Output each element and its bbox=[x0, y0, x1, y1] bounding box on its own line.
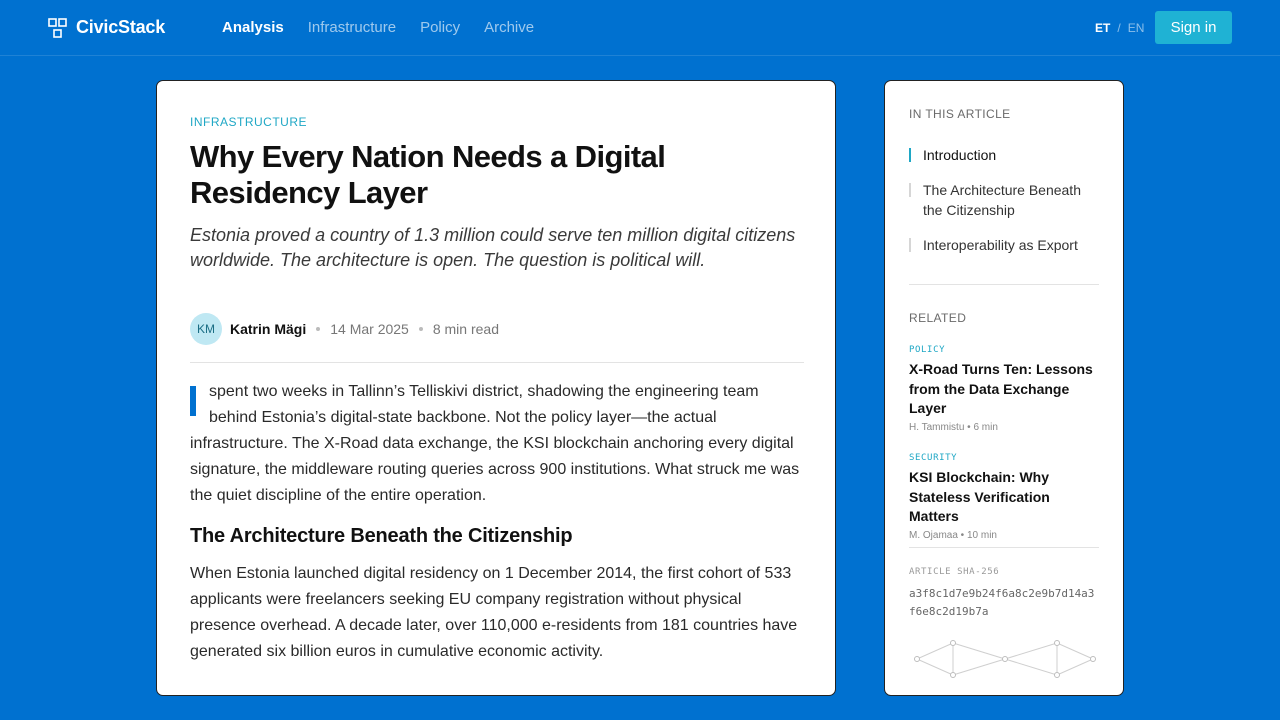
article-hash: a3f8c1d7e9b24f6a8c2e9b7d14a3f6e8c2d19b7a bbox=[909, 587, 1095, 618]
sign-in-button[interactable]: Sign in bbox=[1155, 11, 1232, 44]
related-label: RELATED bbox=[909, 311, 967, 325]
related-author: M. Ojamaa bbox=[909, 529, 958, 541]
top-navigation-bar: CivicStack Analysis Infrastructure Polic… bbox=[0, 0, 1280, 56]
lead-text-rest: infrastructure. The X-Road data exchange… bbox=[190, 435, 800, 504]
language-separator: / bbox=[1117, 21, 1121, 35]
author-name[interactable]: Katrin Mägi bbox=[230, 321, 306, 337]
toc-item-interoperability[interactable]: Interoperability as Export bbox=[909, 235, 1099, 255]
related-meta: M. Ojamaa • 10 min bbox=[909, 529, 997, 541]
divider bbox=[909, 547, 1099, 548]
section-paragraph: When Estonia launched digital residency … bbox=[190, 565, 798, 660]
byline-separator bbox=[418, 327, 423, 331]
related-read-time: 10 min bbox=[966, 529, 997, 541]
read-time: 8 min read bbox=[432, 321, 499, 337]
hash-label: ARTICLE SHA-256 bbox=[909, 567, 1000, 577]
related-title[interactable]: KSI Blockchain: Why Stateless Verificati… bbox=[909, 468, 1099, 527]
related-category: SECURITY bbox=[909, 453, 958, 463]
network-graph-icon bbox=[914, 640, 1096, 678]
table-of-contents: Introduction The Architecture Beneath th… bbox=[909, 145, 1099, 270]
main-nav: Analysis Infrastructure Policy Archive bbox=[222, 19, 558, 36]
nav-item-analysis[interactable]: Analysis bbox=[222, 19, 284, 36]
related-read-time: 6 min bbox=[973, 421, 998, 433]
related-article[interactable]: POLICY X-Road Turns Ten: Lessons from th… bbox=[909, 345, 1099, 433]
brand-logo[interactable]: CivicStack bbox=[48, 17, 165, 38]
article-sidebar: IN THIS ARTICLE Introduction The Archite… bbox=[884, 80, 1124, 696]
nav-item-infrastructure[interactable]: Infrastructure bbox=[308, 19, 396, 36]
toc-label: IN THIS ARTICLE bbox=[909, 107, 1011, 121]
divider bbox=[190, 362, 804, 363]
byline: KM Katrin Mägi 14 Mar 2025 8 min read bbox=[190, 313, 499, 345]
lead-paragraph: I spent two weeks in Tallinn’s Telliskiv… bbox=[190, 379, 804, 509]
language-et[interactable]: ET bbox=[1095, 21, 1110, 35]
nav-item-archive[interactable]: Archive bbox=[484, 19, 534, 36]
lead-text-opening: spent two weeks in Tallinn’s Telliskivi … bbox=[209, 383, 759, 426]
stack-logo-icon bbox=[48, 17, 67, 38]
related-meta: H. Tammistu • 6 min bbox=[909, 421, 998, 433]
brand-name: CivicStack bbox=[76, 17, 166, 37]
publish-date: 14 Mar 2025 bbox=[330, 321, 409, 337]
language-en[interactable]: EN bbox=[1128, 21, 1145, 35]
language-switcher: ET / EN bbox=[1095, 21, 1144, 35]
toc-item-architecture[interactable]: The Architecture Beneath the Citizenship bbox=[909, 180, 1099, 220]
author-avatar[interactable]: KM bbox=[190, 313, 222, 345]
nav-item-policy[interactable]: Policy bbox=[420, 19, 460, 36]
drop-cap bbox=[190, 386, 196, 416]
toc-item-introduction[interactable]: Introduction bbox=[909, 145, 1099, 165]
related-article[interactable]: SECURITY KSI Blockchain: Why Stateless V… bbox=[909, 453, 1099, 541]
section-heading: The Architecture Beneath the Citizenship bbox=[190, 525, 573, 547]
article-category[interactable]: INFRASTRUCTURE bbox=[190, 115, 307, 129]
drop-cap-letter: I bbox=[190, 379, 191, 380]
related-category: POLICY bbox=[909, 345, 946, 355]
article-dek: Estonia proved a country of 1.3 million … bbox=[190, 225, 796, 270]
article-card: INFRASTRUCTURE Why Every Nation Needs a … bbox=[156, 80, 836, 696]
article-title: Why Every Nation Needs a Digital Residen… bbox=[190, 139, 666, 210]
byline-separator bbox=[316, 327, 321, 331]
related-title[interactable]: X-Road Turns Ten: Lessons from the Data … bbox=[909, 360, 1099, 419]
lead-text: spent two weeks in Tallinn’s Telliskivi … bbox=[190, 379, 804, 509]
divider bbox=[909, 284, 1099, 285]
related-author: H. Tammistu bbox=[909, 421, 965, 433]
